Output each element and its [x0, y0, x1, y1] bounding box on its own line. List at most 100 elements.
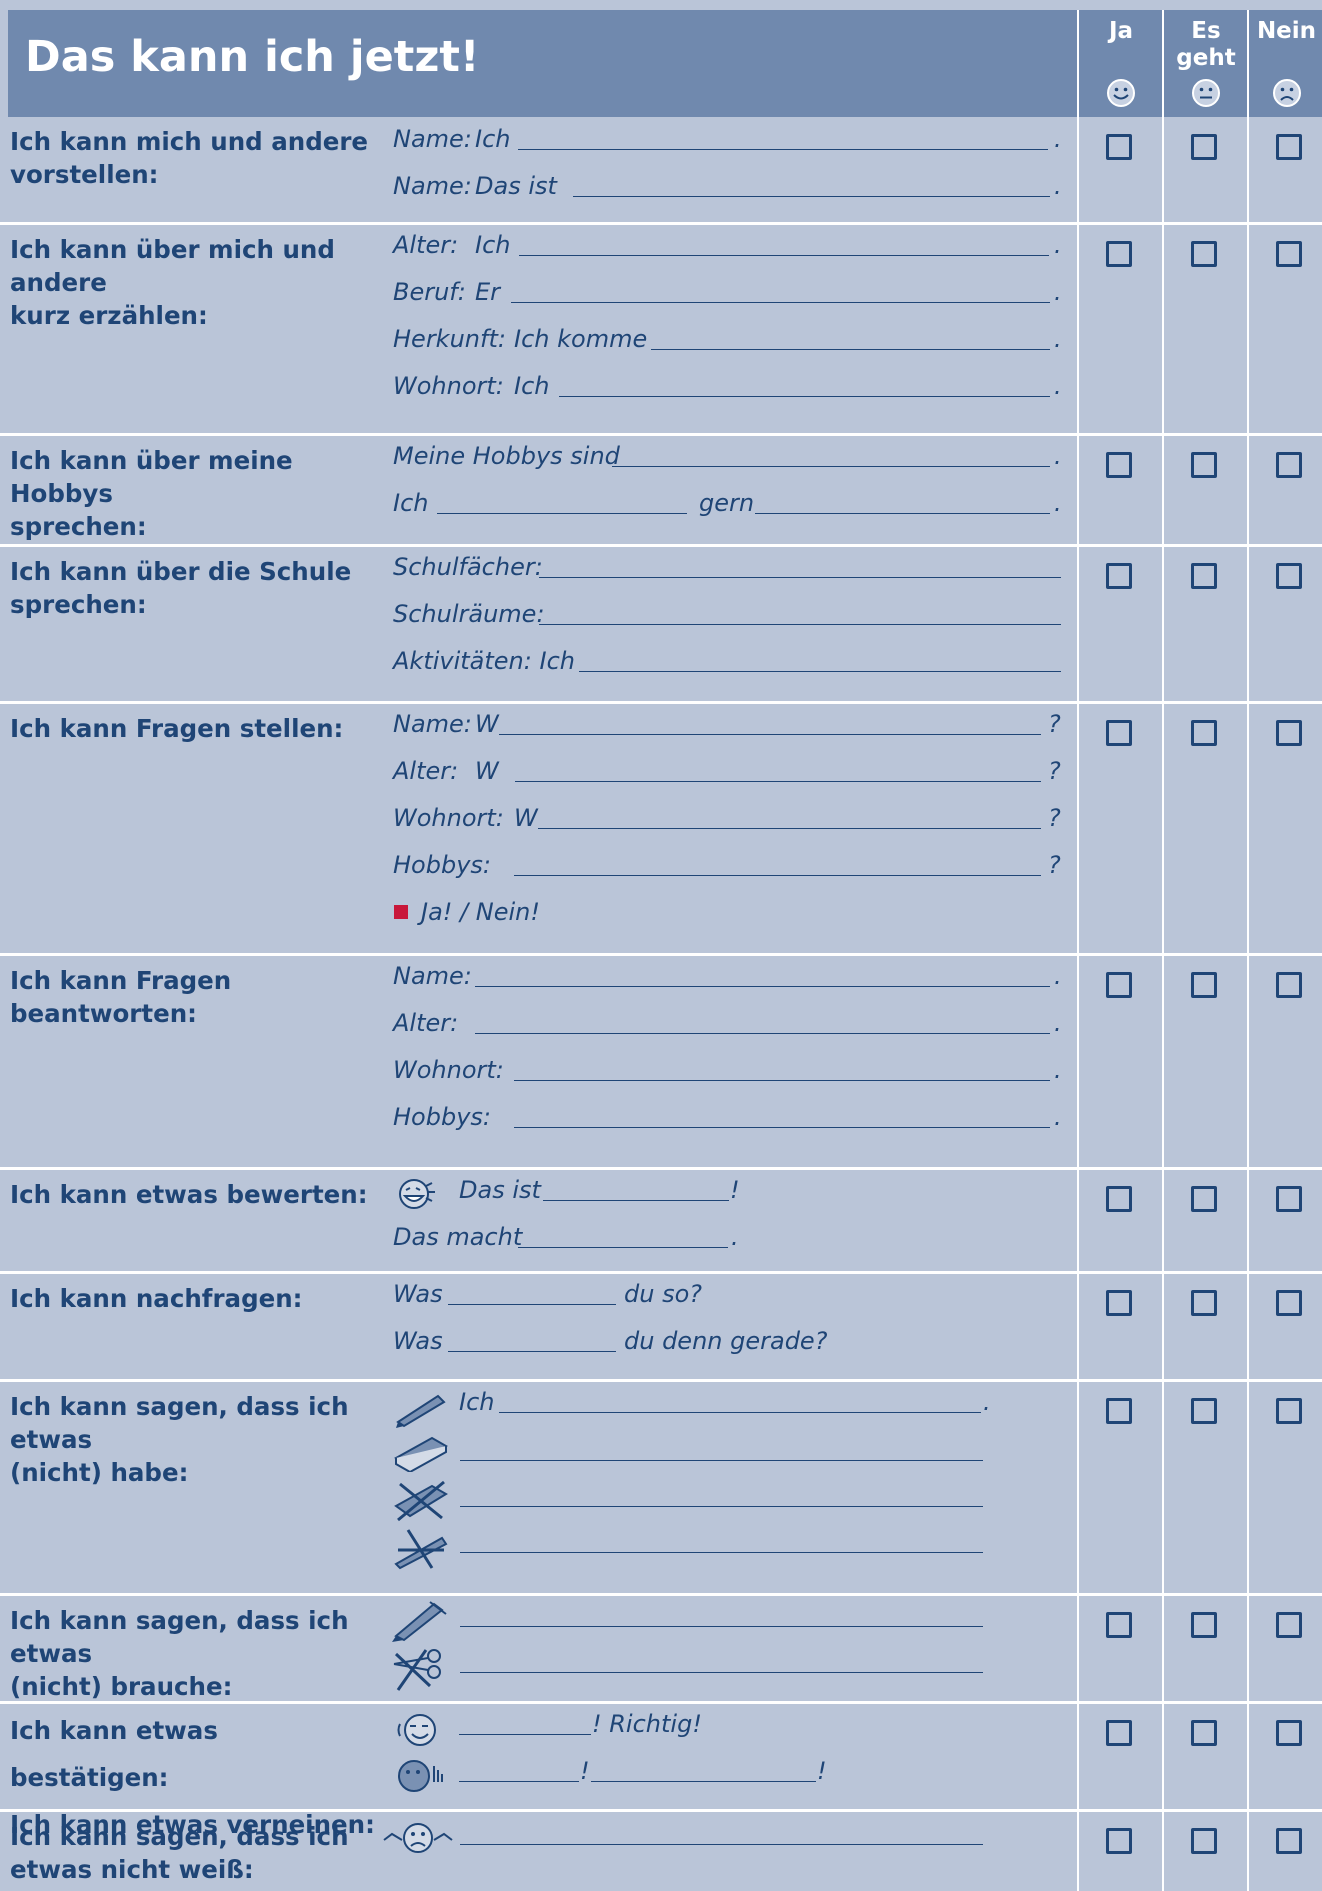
checkbox-ja[interactable]	[1106, 1612, 1132, 1638]
checkbox-nein[interactable]	[1276, 720, 1302, 746]
checkbox-ja[interactable]	[1106, 1828, 1132, 1854]
checkbox-nein[interactable]	[1276, 1612, 1302, 1638]
answer-blank[interactable]	[514, 1080, 1050, 1081]
prompt-end: !	[817, 1757, 827, 1785]
prompt-text: Hobbys:	[393, 1103, 491, 1131]
checkbox-nein[interactable]	[1276, 1720, 1302, 1746]
row-label-line: sprechen:	[10, 512, 147, 541]
prompt-end: .	[1054, 325, 1062, 353]
checkbox-es-geht[interactable]	[1191, 1828, 1217, 1854]
prompt-text: Was	[393, 1327, 443, 1355]
answer-blank[interactable]	[559, 396, 1050, 397]
checkbox-nein[interactable]	[1276, 1828, 1302, 1854]
answer-blank[interactable]	[612, 466, 1050, 467]
answer-blank[interactable]	[538, 828, 1041, 829]
answer-blank[interactable]	[518, 149, 1048, 150]
prompt-end: .	[1054, 278, 1062, 306]
checkbox-es-geht[interactable]	[1191, 563, 1217, 589]
answer-blank[interactable]	[543, 1200, 729, 1201]
checkbox-es-geht[interactable]	[1191, 241, 1217, 267]
checkbox-nein[interactable]	[1276, 972, 1302, 998]
answer-blank[interactable]	[539, 624, 1061, 625]
checkbox-ja[interactable]	[1106, 1186, 1132, 1212]
answer-blank[interactable]	[460, 1506, 983, 1507]
checkbox-es-geht[interactable]	[1191, 720, 1217, 746]
prompt-end: .	[1054, 372, 1062, 400]
checkbox-ja[interactable]	[1106, 1398, 1132, 1424]
answer-blank[interactable]	[448, 1351, 616, 1352]
checkbox-nein[interactable]	[1276, 1398, 1302, 1424]
prompt-end: ! Richtig!	[592, 1710, 702, 1738]
checkbox-es-geht[interactable]	[1191, 1186, 1217, 1212]
answer-blank[interactable]	[460, 1844, 983, 1845]
checkbox-ja[interactable]	[1106, 972, 1132, 998]
prompt-text: W	[514, 804, 538, 832]
checkbox-es-geht[interactable]	[1191, 134, 1217, 160]
checkbox-nein[interactable]	[1276, 134, 1302, 160]
checklist-row: Ich kann Fragen stellen: Name: W ? Alter…	[0, 704, 1322, 956]
prompt-text: Meine Hobbys sind	[393, 442, 620, 470]
checklist-row: Ich kann sagen, dass ich etwas nicht weiß…	[0, 1812, 1322, 1891]
answer-blank[interactable]	[460, 1672, 983, 1673]
prompt-end: ?	[1048, 851, 1061, 879]
prompt-end: .	[983, 1388, 991, 1416]
answer-blank[interactable]	[459, 1734, 591, 1735]
prompt-text: Ich	[475, 231, 511, 259]
answer-blank[interactable]	[437, 513, 687, 514]
checkbox-nein[interactable]	[1276, 1186, 1302, 1212]
checklist-row: Ich kann sagen, dass ich etwas (nicht) br…	[0, 1596, 1322, 1704]
checklist-row: Ich kann über meine Hobbys sprechen: Mein…	[0, 436, 1322, 547]
prompt-text: Was	[393, 1280, 443, 1308]
answer-blank[interactable]	[460, 1552, 983, 1553]
checkbox-es-geht[interactable]	[1191, 1398, 1217, 1424]
checkbox-nein[interactable]	[1276, 563, 1302, 589]
answer-blank[interactable]	[539, 577, 1061, 578]
row-label: Ich kann Fragen beantworten:	[10, 964, 380, 1030]
answer-blank[interactable]	[755, 513, 1050, 514]
checkbox-ja[interactable]	[1106, 241, 1132, 267]
checkbox-es-geht[interactable]	[1191, 1720, 1217, 1746]
answer-blank[interactable]	[514, 875, 1041, 876]
prompt-end: !	[730, 1176, 740, 1204]
answer-blank[interactable]	[499, 1412, 981, 1413]
laughing-face-icon	[399, 1179, 435, 1209]
prompt-text: Herkunft:	[393, 325, 506, 353]
row-label-line: Ich kann über meine Hobbys	[10, 446, 293, 508]
prompt-text: Name:	[393, 962, 472, 990]
answer-blank[interactable]	[519, 255, 1049, 256]
checkbox-ja[interactable]	[1106, 563, 1132, 589]
row-label: Ich kann mich und andere vorstellen:	[10, 125, 380, 191]
answer-blank[interactable]	[460, 1626, 983, 1627]
answer-blank[interactable]	[511, 302, 1050, 303]
checkbox-nein[interactable]	[1276, 452, 1302, 478]
answer-blank[interactable]	[448, 1304, 616, 1305]
checkbox-ja[interactable]	[1106, 1720, 1132, 1746]
checkbox-es-geht[interactable]	[1191, 452, 1217, 478]
answer-blank[interactable]	[475, 1033, 1050, 1034]
sad-face-icon	[1272, 79, 1301, 107]
answer-blank[interactable]	[475, 986, 1050, 987]
checkbox-nein[interactable]	[1276, 1290, 1302, 1316]
row-label-line: sprechen:	[10, 590, 147, 619]
answer-blank[interactable]	[514, 1127, 1050, 1128]
row-label-line: Ich kann sagen, dass ich etwas	[10, 1606, 349, 1668]
checkbox-es-geht[interactable]	[1191, 972, 1217, 998]
answer-blank[interactable]	[460, 1460, 983, 1461]
answer-blank[interactable]	[459, 1781, 579, 1782]
checkbox-ja[interactable]	[1106, 134, 1132, 160]
checkbox-nein[interactable]	[1276, 241, 1302, 267]
answer-blank[interactable]	[591, 1781, 816, 1782]
row-label-line: (nicht) brauche:	[10, 1672, 233, 1701]
answer-blank[interactable]	[515, 781, 1041, 782]
checkbox-es-geht[interactable]	[1191, 1612, 1217, 1638]
checkbox-es-geht[interactable]	[1191, 1290, 1217, 1316]
answer-blank[interactable]	[651, 349, 1050, 350]
checkbox-ja[interactable]	[1106, 1290, 1132, 1316]
answer-blank[interactable]	[573, 196, 1050, 197]
prompt-text: W	[475, 710, 499, 738]
answer-blank[interactable]	[579, 671, 1061, 672]
answer-blank[interactable]	[499, 734, 1041, 735]
checkbox-ja[interactable]	[1106, 720, 1132, 746]
checkbox-ja[interactable]	[1106, 452, 1132, 478]
answer-blank[interactable]	[518, 1247, 728, 1248]
